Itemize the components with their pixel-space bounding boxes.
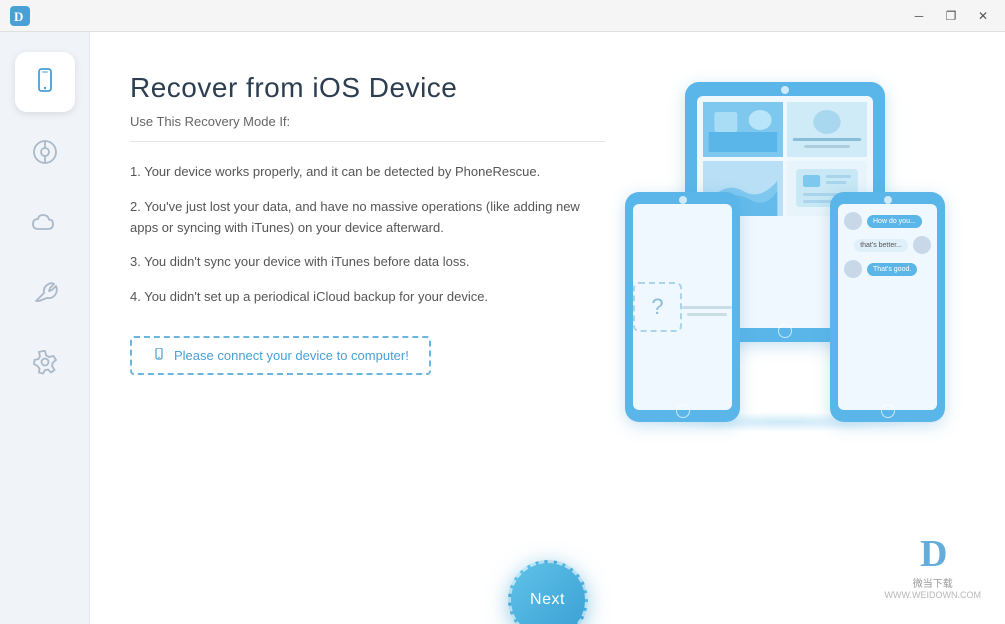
watermark-url: WWW.WEIDOWN.COM <box>885 590 981 600</box>
phone-right-screen: How do you... that's better... That's go… <box>838 204 937 410</box>
sidebar-item-ios-device[interactable] <box>15 52 75 112</box>
list-item: 3. You didn't sync your device with iTun… <box>130 252 605 273</box>
close-button[interactable]: ✕ <box>969 6 997 26</box>
list-item: 1. Your device works properly, and it ca… <box>130 162 605 183</box>
svg-text:D: D <box>14 9 23 24</box>
sidebar-item-cloud[interactable] <box>15 192 75 252</box>
subtitle: Use This Recovery Mode If: <box>130 114 605 142</box>
main-content: Recover from iOS Device Use This Recover… <box>90 32 1005 624</box>
list-item: 2. You've just lost your data, and have … <box>130 197 605 239</box>
connect-device-button[interactable]: Please connect your device to computer! <box>130 336 431 375</box>
sidebar <box>0 32 90 624</box>
chat-bubble-1: How do you... <box>844 212 931 230</box>
titlebar: D ─ ❐ ✕ <box>0 0 1005 32</box>
sidebar-item-music[interactable] <box>15 122 75 182</box>
watermark-text: 微当下载 <box>885 575 981 590</box>
question-mark: ? <box>633 282 682 332</box>
chat-avatar-3 <box>844 260 862 278</box>
phone-left-device: ? <box>625 192 740 422</box>
chat-bubble-3: That's good. <box>844 260 931 278</box>
app-body: Recover from iOS Device Use This Recover… <box>0 32 1005 624</box>
app-logo: D <box>10 6 30 26</box>
next-button-container: Next <box>508 544 588 624</box>
chat-avatar-2 <box>913 236 931 254</box>
phone-icon <box>152 348 166 362</box>
page-title: Recover from iOS Device <box>130 72 605 104</box>
devices-shadow <box>645 412 925 432</box>
maximize-button[interactable]: ❐ <box>937 6 965 26</box>
minimize-button[interactable]: ─ <box>905 6 933 26</box>
chat-bubble-2: that's better... <box>844 236 931 254</box>
watermark: D 微当下载 WWW.WEIDOWN.COM <box>885 535 981 600</box>
watermark-logo: D <box>885 535 981 573</box>
tablet-img-1 <box>703 102 783 157</box>
content-left: Recover from iOS Device Use This Recover… <box>130 72 605 624</box>
tablet-img-2 <box>787 102 867 157</box>
devices-illustration: ? How do you... <box>625 82 945 422</box>
phone-left-screen: ? <box>633 204 732 410</box>
phone-right-device: How do you... that's better... That's go… <box>830 192 945 422</box>
list-item: 4. You didn't set up a periodical iCloud… <box>130 287 605 308</box>
sidebar-item-settings[interactable] <box>15 332 75 392</box>
next-button[interactable]: Next <box>508 560 588 624</box>
description-list: 1. Your device works properly, and it ca… <box>130 162 605 308</box>
chat-avatar-1 <box>844 212 862 230</box>
sidebar-item-tools[interactable] <box>15 262 75 322</box>
